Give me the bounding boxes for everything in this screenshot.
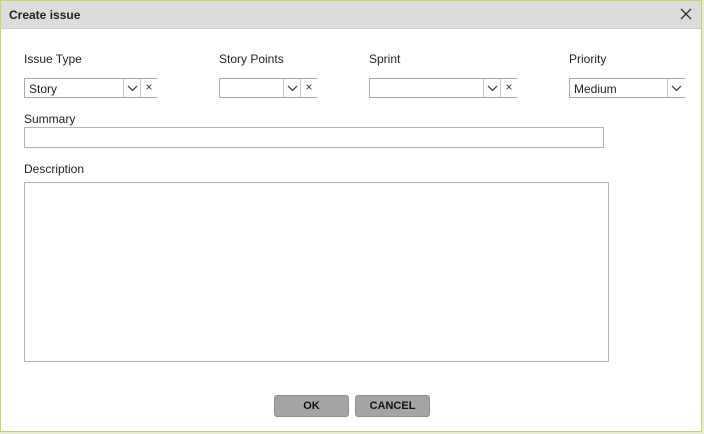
- ok-button[interactable]: OK: [274, 395, 349, 417]
- chevron-down-icon[interactable]: [667, 79, 685, 97]
- clear-icon[interactable]: ×: [500, 79, 517, 97]
- chevron-down-icon[interactable]: [483, 79, 501, 97]
- cancel-button[interactable]: CANCEL: [355, 395, 430, 417]
- summary-label: Summary: [24, 112, 76, 126]
- sprint-select[interactable]: ×: [369, 78, 517, 98]
- dialog-title: Create issue: [9, 8, 81, 22]
- description-textarea[interactable]: [24, 182, 609, 362]
- issue-type-value: Story: [29, 82, 58, 96]
- chevron-down-icon[interactable]: [123, 79, 141, 97]
- description-label: Description: [24, 162, 85, 176]
- summary-input[interactable]: [24, 127, 604, 148]
- clear-icon[interactable]: ×: [140, 79, 157, 97]
- story-points-label: Story Points: [219, 52, 284, 66]
- close-icon[interactable]: [679, 7, 693, 21]
- chevron-down-icon[interactable]: [283, 79, 301, 97]
- issue-type-label: Issue Type: [24, 52, 82, 66]
- dialog-titlebar: Create issue: [1, 1, 701, 29]
- priority-label: Priority: [569, 52, 607, 66]
- create-issue-dialog: Create issue Issue Type Story × Story Po…: [0, 0, 702, 432]
- clear-icon[interactable]: ×: [300, 79, 317, 97]
- priority-select[interactable]: Medium: [569, 78, 685, 98]
- sprint-label: Sprint: [369, 52, 401, 66]
- issue-type-select[interactable]: Story ×: [24, 78, 157, 98]
- priority-value: Medium: [574, 82, 617, 96]
- story-points-select[interactable]: ×: [219, 78, 317, 98]
